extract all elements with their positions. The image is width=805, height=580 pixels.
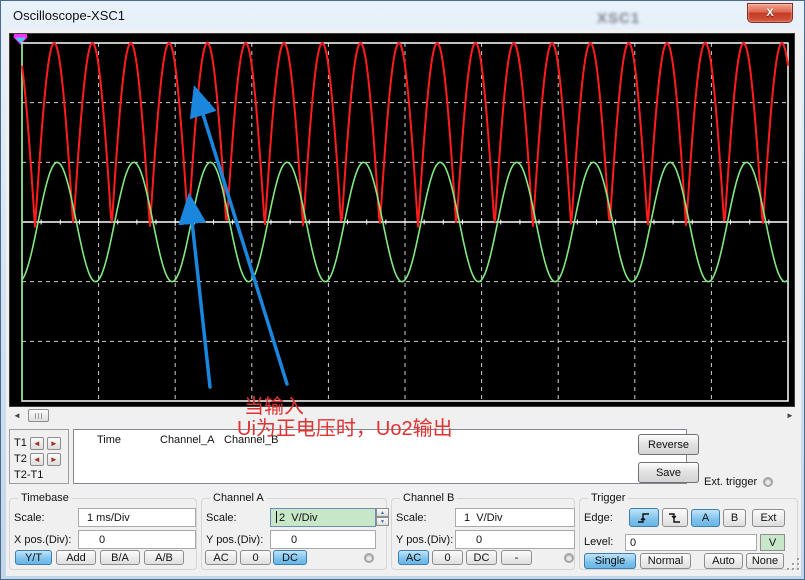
trigger-source-b-button[interactable]: B (723, 509, 746, 527)
reverse-button[interactable]: Reverse (638, 434, 699, 455)
ext-trigger-terminal-icon (763, 477, 773, 487)
ext-trigger-label: Ext. trigger (704, 476, 757, 488)
scrollbar-grip-icon (35, 413, 43, 419)
window-watermark: XSC1 (597, 10, 640, 27)
channel-b-terminal-icon (564, 553, 574, 563)
channel-a-scale-spinner[interactable]: ▲ ▼ (376, 508, 389, 527)
channel-a-dc-button[interactable]: DC (273, 550, 307, 565)
channel-b-ypos-field[interactable] (455, 530, 575, 549)
save-button[interactable]: Save (638, 462, 699, 483)
channel-b-0-button[interactable]: 0 (432, 550, 463, 565)
t1-left-button[interactable]: ◄ (30, 437, 44, 450)
channel-b-group: Channel B Scale: Y pos.(Div): AC 0 DC - (391, 498, 575, 570)
channel-a-scale-label: Scale: (206, 512, 237, 524)
annotation-line2: Ui为正电压时，Uo2输出 (237, 412, 453, 441)
add-button[interactable]: Add (56, 550, 96, 565)
timebase-xpos-label: X pos.(Div): (14, 534, 71, 546)
scope-display (9, 33, 795, 407)
rising-edge-button[interactable] (629, 508, 659, 527)
timebase-xpos-field[interactable] (78, 530, 196, 549)
ab-button[interactable]: A/B (144, 550, 184, 565)
channel-a-terminal-icon (364, 553, 374, 563)
cursor-panel: T1 ◄ ► T2 ◄ ► T2-T1 (9, 429, 69, 484)
channel-b-ypos-label: Y pos.(Div): (396, 534, 453, 546)
spin-up-icon[interactable]: ▲ (376, 508, 389, 517)
channel-a-group: Channel A Scale: ▲ ▼ Y pos.(Div): AC 0 D… (201, 498, 387, 570)
t1-right-button[interactable]: ► (47, 437, 61, 450)
spin-down-icon[interactable]: ▼ (376, 517, 389, 526)
channel-b-minus-button[interactable]: - (501, 550, 532, 565)
channel-b-scale-field[interactable] (455, 508, 575, 527)
scroll-right-icon[interactable]: ► (786, 410, 794, 421)
falling-edge-icon (668, 511, 682, 524)
text-caret (276, 511, 277, 523)
trigger-none-button[interactable]: None (746, 553, 784, 569)
channel-b-legend: Channel B (400, 492, 457, 504)
t1-label: T1 (14, 437, 27, 449)
trigger-auto-button[interactable]: Auto (704, 553, 743, 569)
trigger-level-unit-select[interactable]: V (760, 534, 785, 551)
trigger-edge-label: Edge: (584, 512, 613, 524)
title-bar[interactable]: Oscilloscope-XSC1 XSC1 X (1, 1, 805, 29)
trigger-legend: Trigger (588, 492, 628, 504)
trigger-single-button[interactable]: Single (584, 553, 636, 569)
ba-button[interactable]: B/A (100, 550, 140, 565)
channel-a-ypos-label: Y pos.(Div): (206, 534, 263, 546)
scroll-left-icon[interactable]: ◄ (13, 410, 21, 421)
channel-a-0-button[interactable]: 0 (240, 550, 271, 565)
timebase-group: Timebase Scale: X pos.(Div): Y/T Add B/A… (9, 498, 197, 570)
t2-t1-label: T2-T1 (14, 469, 43, 481)
col-time: Time (97, 434, 121, 446)
t2-left-button[interactable]: ◄ (30, 453, 44, 466)
trigger-level-field[interactable] (625, 534, 757, 551)
yt-button[interactable]: Y/T (15, 550, 52, 565)
timebase-scale-label: Scale: (14, 512, 45, 524)
falling-edge-button[interactable] (662, 508, 688, 527)
timebase-legend: Timebase (18, 492, 72, 504)
trigger-source-ext-button[interactable]: Ext (752, 509, 785, 527)
channel-b-ac-button[interactable]: AC (398, 550, 429, 565)
oscilloscope-window: Oscilloscope-XSC1 XSC1 X 当输入 Ui为正电压时，Uo2… (0, 0, 805, 580)
trigger-group: Trigger Edge: A B Ext Level: V Single No… (579, 498, 798, 570)
channel-a-ypos-field[interactable] (270, 530, 376, 549)
channel-b-scale-label: Scale: (396, 512, 427, 524)
t2-right-button[interactable]: ► (47, 453, 61, 466)
trigger-normal-button[interactable]: Normal (640, 553, 691, 569)
waveform-plot (10, 34, 794, 406)
window-title: Oscilloscope-XSC1 (13, 8, 125, 23)
resize-grip-icon[interactable] (787, 558, 801, 572)
trigger-level-label: Level: (584, 536, 613, 548)
channel-a-legend: Channel A (210, 492, 267, 504)
col-channel-a: Channel_A (160, 434, 214, 446)
channel-a-ac-button[interactable]: AC (205, 550, 237, 565)
close-button[interactable]: X (747, 3, 793, 23)
t2-label: T2 (14, 453, 27, 465)
scrollbar-thumb[interactable] (28, 409, 49, 422)
timebase-scale-field[interactable] (78, 508, 196, 527)
channel-a-scale-field[interactable] (270, 508, 376, 527)
channel-b-dc-button[interactable]: DC (466, 550, 497, 565)
rising-edge-icon (637, 511, 651, 524)
trigger-source-a-button[interactable]: A (691, 509, 720, 527)
